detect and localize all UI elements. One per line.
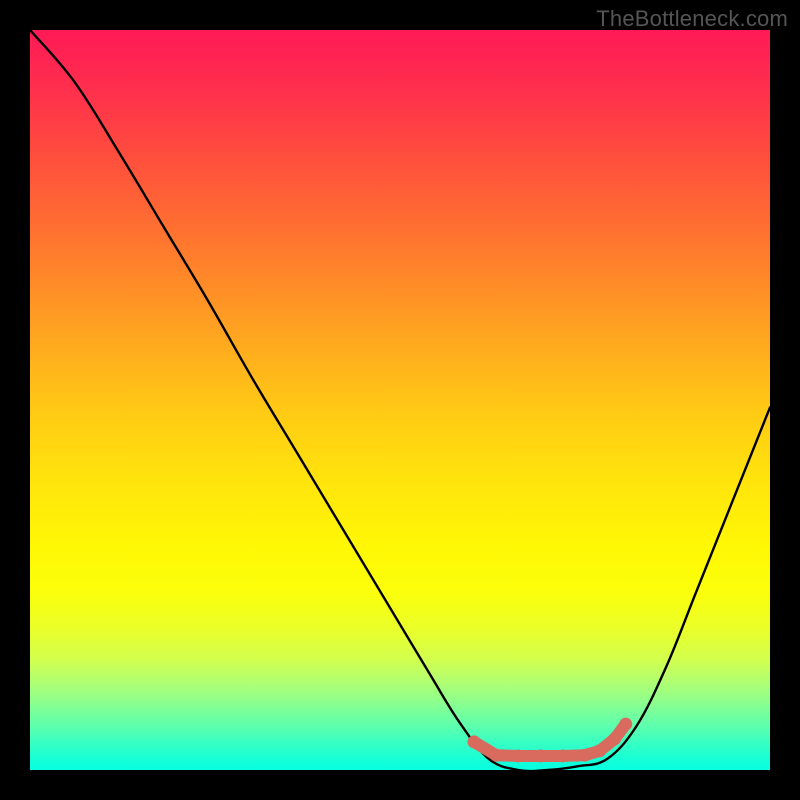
optimal-band-dot: [556, 749, 569, 762]
optimal-band-dot: [619, 718, 632, 731]
optimal-band-dot: [512, 749, 525, 762]
optimal-band-dot: [579, 749, 592, 762]
chart-overlay: [30, 30, 770, 770]
optimal-band-dot: [593, 744, 606, 757]
optimal-band-markers: [468, 718, 633, 763]
attribution-label: TheBottleneck.com: [596, 6, 788, 32]
optimal-band-dot: [608, 732, 621, 745]
chart-canvas: TheBottleneck.com: [0, 0, 800, 800]
optimal-band-dot: [490, 749, 503, 762]
plot-area: [30, 30, 770, 770]
bottleneck-curve: [30, 30, 770, 770]
optimal-band-dot: [534, 749, 547, 762]
optimal-band-dot: [468, 735, 481, 748]
